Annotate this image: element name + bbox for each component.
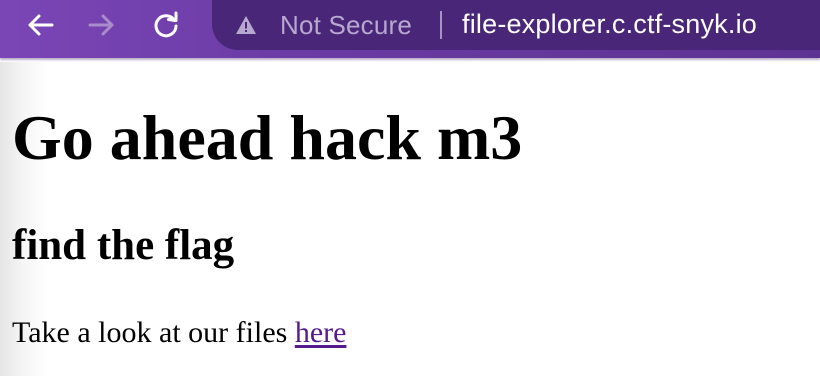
reload-button[interactable] [146, 8, 186, 42]
back-button[interactable] [20, 8, 60, 42]
page-subheading: find the flag [12, 222, 235, 269]
reload-icon [154, 11, 178, 38]
files-link[interactable]: here [295, 316, 347, 349]
page-heading: Go ahead hack m3 [12, 102, 523, 173]
address-bar-divider [440, 11, 442, 39]
address-bar[interactable]: Not Secure file-explorer.c.ctf-snyk.io [212, 0, 820, 50]
url-text[interactable]: file-explorer.c.ctf-snyk.io [462, 9, 757, 40]
forward-button[interactable] [82, 8, 122, 42]
arrow-left-icon [28, 14, 54, 36]
security-status-label[interactable]: Not Secure [280, 10, 412, 41]
warning-triangle-icon[interactable] [235, 15, 257, 35]
files-paragraph-text: Take a look at our files [12, 316, 295, 349]
browser-toolbar: Not Secure file-explorer.c.ctf-snyk.io [0, 0, 820, 58]
files-paragraph: Take a look at our files here [12, 318, 346, 348]
arrow-right-icon [88, 14, 114, 36]
page-content: Go ahead hack m3 find the flag Take a lo… [0, 62, 820, 376]
